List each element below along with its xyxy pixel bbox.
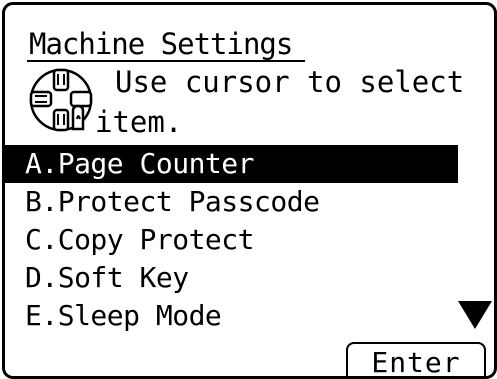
menu-item-sleep-mode[interactable]: E.Sleep Mode — [5, 297, 494, 335]
enter-button[interactable]: Enter — [346, 342, 486, 376]
menu-item-protect-passcode[interactable]: B.Protect Passcode — [5, 183, 494, 221]
page-title: Machine Settings — [29, 27, 293, 61]
menu-item-copy-protect[interactable]: C.Copy Protect — [5, 221, 494, 259]
menu-item-soft-key[interactable]: D.Soft Key — [5, 259, 494, 297]
settings-menu: A.Page Counter B.Protect Passcode C.Copy… — [5, 145, 494, 335]
instruction-text-line1: Use cursor to select — [115, 65, 465, 99]
instruction-text-line2: item. — [95, 105, 183, 139]
lcd-screen: Machine Settings Use cursor to select it… — [2, 2, 497, 379]
triangle-down-icon[interactable] — [458, 301, 492, 329]
title-underline — [27, 60, 305, 62]
menu-item-page-counter[interactable]: A.Page Counter — [5, 145, 458, 183]
